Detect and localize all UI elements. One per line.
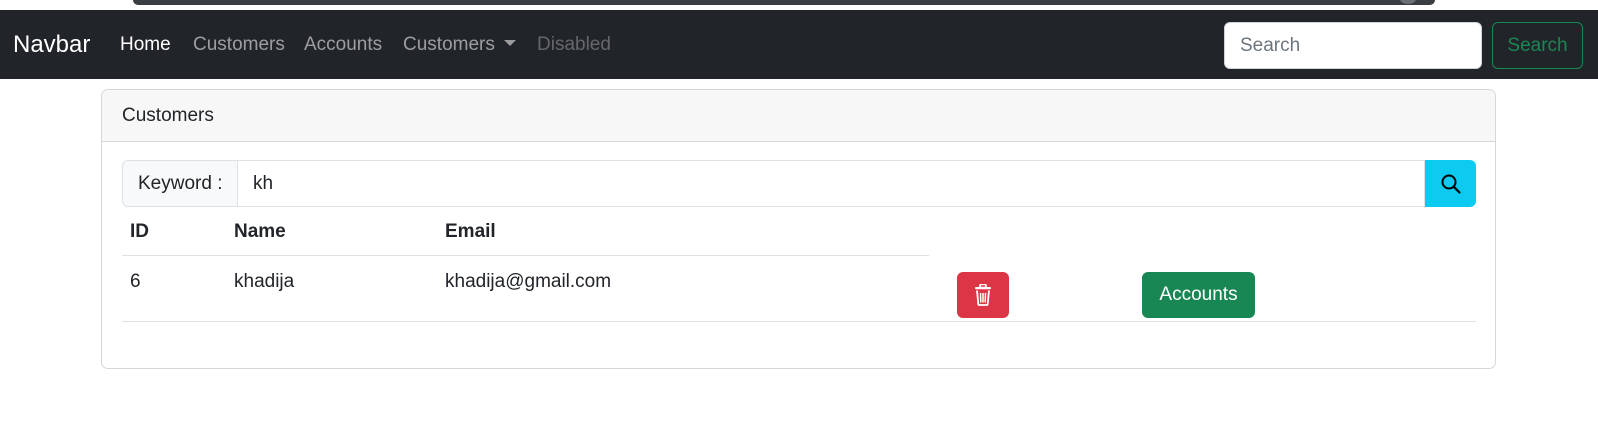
- nav-link-disabled: Disabled: [537, 34, 611, 55]
- keyword-search-group: Keyword :: [122, 160, 1476, 207]
- nav-dropdown-label: Customers: [403, 34, 495, 55]
- search-icon: [1441, 174, 1461, 194]
- nav-link-customers[interactable]: Customers: [193, 34, 285, 56]
- keyword-input[interactable]: [238, 160, 1425, 207]
- cell-id: 6: [130, 271, 141, 292]
- trash-icon: [975, 284, 991, 306]
- accounts-button[interactable]: Accounts: [1142, 272, 1255, 318]
- browser-tab-edge: [133, 0, 1435, 5]
- card-header: Customers: [102, 90, 1495, 142]
- nav-link-accounts[interactable]: Accounts: [304, 34, 382, 56]
- nav-dropdown-customers[interactable]: Customers: [403, 34, 516, 56]
- card-title: Customers: [122, 105, 214, 126]
- caret-down-icon: [503, 40, 516, 46]
- row-divider: [122, 321, 1476, 322]
- cell-email: khadija@gmail.com: [445, 271, 612, 292]
- column-header-name: Name: [234, 221, 286, 242]
- navbar-search-input[interactable]: [1224, 22, 1482, 69]
- keyword-label: Keyword :: [122, 160, 238, 207]
- browser-top-strip: [0, 0, 1598, 10]
- column-header-email: Email: [445, 221, 496, 242]
- keyword-search-button[interactable]: [1425, 160, 1476, 207]
- navbar: Navbar Home Customers Accounts Customers…: [0, 10, 1598, 79]
- delete-button[interactable]: [957, 272, 1009, 318]
- column-header-id: ID: [130, 221, 149, 242]
- navbar-brand[interactable]: Navbar: [13, 31, 90, 59]
- cell-name: khadija: [234, 271, 295, 292]
- nav-link-home[interactable]: Home: [120, 34, 171, 56]
- customers-card: Customers Keyword : ID Name Email 6 khad…: [101, 89, 1496, 369]
- header-divider: [122, 255, 929, 256]
- navbar-search-button[interactable]: Search: [1492, 22, 1583, 69]
